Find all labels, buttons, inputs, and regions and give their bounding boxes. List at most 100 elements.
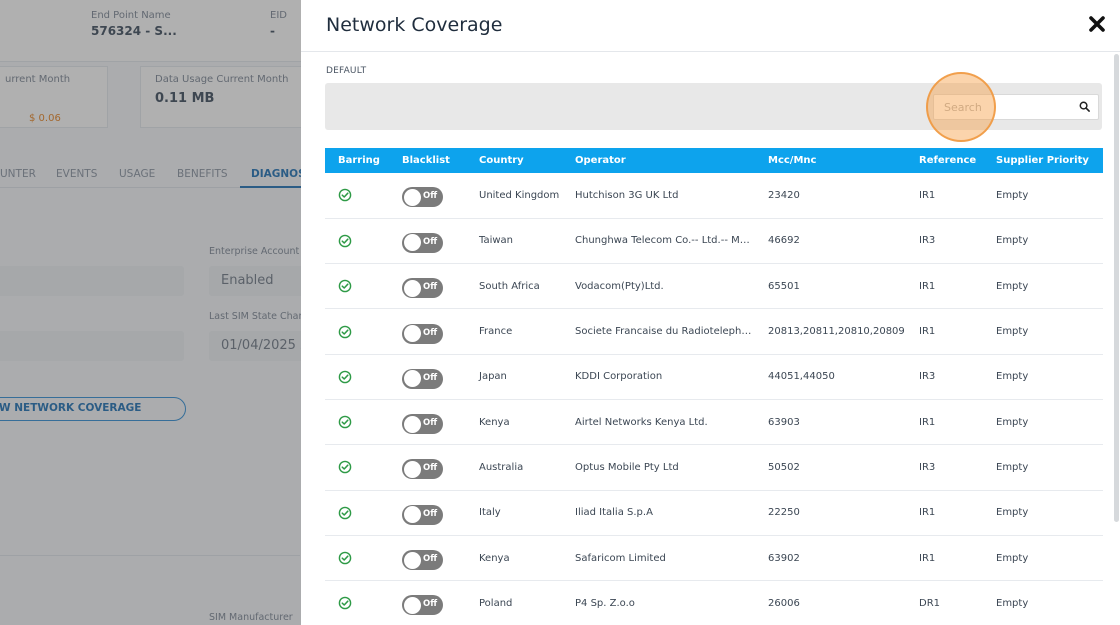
barring-cell [325,218,389,263]
blacklist-cell: Off [389,490,466,535]
barring-cell [325,264,389,309]
toggle-label: Off [423,599,438,610]
reference-cell: IR1 [919,280,936,292]
toggle-label: Off [423,508,438,519]
table-row[interactable]: Off Japan KDDI Corporation 44051,44050 I… [325,354,1103,400]
supplier-priority-cell: Empty [996,461,1029,473]
table-row[interactable]: Off Australia Optus Mobile Pty Ltd 50502… [325,445,1103,491]
reference-cell: IR3 [919,371,936,383]
blacklist-cell: Off [389,581,466,625]
column-header-operator[interactable]: Operator [562,148,755,173]
country-cell: South Africa [479,280,540,292]
blacklist-toggle[interactable]: Off [402,459,443,480]
barring-cell [325,445,389,490]
toggle-label: Off [423,554,438,565]
operator-cell: Iliad Italia S.p.A [575,507,653,519]
column-header-barring[interactable]: Barring [325,148,389,173]
supplier-priority-cell: Empty [996,326,1029,338]
barring-cell [325,173,389,218]
barring-cell [325,535,389,580]
operator-cell: Vodacom(Pty)Ltd. [575,280,664,292]
mcc-mnc-cell: 50502 [768,461,800,473]
reference-cell: IR1 [919,189,936,201]
blacklist-cell: Off [389,264,466,309]
table-row[interactable]: Off Kenya Safaricom Limited 63902 IR1 Em… [325,535,1103,581]
table-row[interactable]: Off Italy Iliad Italia S.p.A 22250 IR1 E… [325,490,1103,536]
blacklist-toggle[interactable]: Off [402,278,443,299]
reference-cell: IR1 [919,326,936,338]
blacklist-cell: Off [389,354,466,399]
coverage-table-container: Barring Blacklist Country Operator Mcc/M… [325,148,1103,625]
table-row[interactable]: Off Poland P4 Sp. Z.o.o 26006 DR1 Empty [325,581,1103,625]
toggle-knob [403,188,421,206]
operator-cell: Chunghwa Telecom Co.-- Ltd.-- Mob... [575,235,755,247]
table-row[interactable]: Off United Kingdom Hutchison 3G UK Ltd 2… [325,173,1103,219]
column-header-mcc-mnc[interactable]: Mcc/Mnc [755,148,906,173]
reference-cell: IR3 [919,461,936,473]
blacklist-cell: Off [389,535,466,580]
check-circle-icon [338,506,352,520]
toggle-label: Off [423,282,438,293]
column-header-blacklist[interactable]: Blacklist [389,148,466,173]
barring-cell [325,581,389,625]
close-button[interactable] [1088,15,1110,37]
column-header-reference[interactable]: Reference [906,148,983,173]
operator-cell: Hutchison 3G UK Ltd [575,189,679,201]
search-box[interactable] [933,94,1099,120]
supplier-priority-cell: Empty [996,371,1029,383]
reference-cell: IR1 [919,507,936,519]
country-cell: Kenya [479,416,510,428]
barring-cell [325,309,389,354]
toggle-knob [403,596,421,614]
toggle-label: Off [423,236,438,247]
drawer-title: Network Coverage [326,14,503,36]
blacklist-toggle[interactable]: Off [402,550,443,571]
blacklist-cell: Off [389,218,466,263]
blacklist-toggle[interactable]: Off [402,368,443,389]
column-header-country[interactable]: Country [466,148,562,173]
toggle-knob [403,234,421,252]
title-divider [301,51,1120,52]
barring-cell [325,354,389,399]
blacklist-toggle[interactable]: Off [402,414,443,435]
check-circle-icon [338,234,352,248]
country-cell: France [479,326,513,338]
column-header-supplier-priority[interactable]: Supplier Priority [983,148,1103,173]
blacklist-toggle[interactable]: Off [402,595,443,616]
toggle-label: Off [423,191,438,202]
coverage-table: Barring Blacklist Country Operator Mcc/M… [325,148,1103,625]
table-row[interactable]: Off Taiwan Chunghwa Telecom Co.-- Ltd.--… [325,218,1103,264]
country-cell: Italy [479,507,501,519]
check-circle-icon [338,370,352,384]
mcc-mnc-cell: 23420 [768,189,800,201]
blacklist-toggle[interactable]: Off [402,504,443,525]
scrollbar[interactable] [1114,54,1119,522]
table-row[interactable]: Off France Societe Francaise du Radiotel… [325,309,1103,355]
check-circle-icon [338,415,352,429]
mcc-mnc-cell: 46692 [768,235,800,247]
blacklist-toggle[interactable]: Off [402,187,443,208]
supplier-priority-cell: Empty [996,597,1029,609]
operator-cell: Optus Mobile Pty Ltd [575,461,679,473]
table-row[interactable]: Off South Africa Vodacom(Pty)Ltd. 65501 … [325,264,1103,309]
mcc-mnc-cell: 65501 [768,280,800,292]
blacklist-toggle[interactable]: Off [402,323,443,344]
network-coverage-drawer: Network Coverage DEFAULT Barring Blackli… [301,0,1120,625]
supplier-priority-cell: Empty [996,280,1029,292]
table-body: Off United Kingdom Hutchison 3G UK Ltd 2… [325,173,1103,625]
toggle-knob [403,506,421,524]
blacklist-toggle[interactable]: Off [402,232,443,253]
mcc-mnc-cell: 20813,20811,20810,20809 [768,326,905,338]
reference-cell: IR1 [919,416,936,428]
section-label-default: DEFAULT [326,66,367,76]
country-cell: Australia [479,461,524,473]
table-row[interactable]: Off Kenya Airtel Networks Kenya Ltd. 639… [325,399,1103,445]
table-header-row: Barring Blacklist Country Operator Mcc/M… [325,148,1103,173]
country-cell: Japan [479,371,507,383]
check-circle-icon [338,551,352,565]
search-input[interactable] [934,95,1074,119]
supplier-priority-cell: Empty [996,416,1029,428]
mcc-mnc-cell: 63903 [768,416,800,428]
search-icon[interactable] [1079,101,1090,112]
country-cell: Kenya [479,552,510,564]
